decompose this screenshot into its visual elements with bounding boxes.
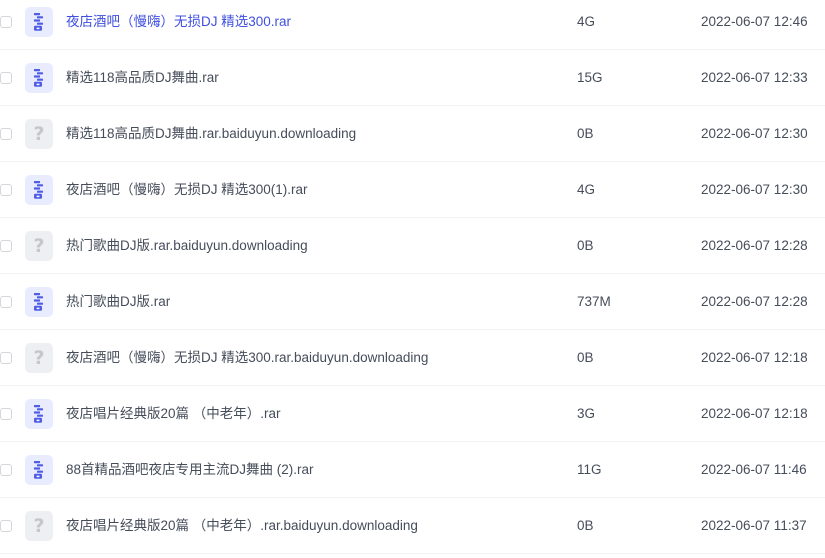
- archive-file-icon: [25, 7, 53, 37]
- file-name[interactable]: 88首精品酒吧夜店专用主流DJ舞曲 (2).rar: [66, 461, 314, 479]
- modified-date: 2022-06-07 12:28: [701, 294, 808, 309]
- modified-date: 2022-06-07 11:37: [701, 518, 807, 533]
- row-checkbox[interactable]: [0, 72, 12, 84]
- file-name[interactable]: 夜店酒吧（慢嗨）无损DJ 精选300.rar: [66, 13, 291, 31]
- file-row[interactable]: ? 夜店唱片经典版20篇 （中老年）.rar.baiduyun.downloadi…: [0, 498, 825, 554]
- archive-file-icon: [25, 175, 53, 205]
- modified-date: 2022-06-07 12:18: [701, 350, 808, 365]
- modified-date: 2022-06-07 11:46: [701, 462, 807, 477]
- file-name[interactable]: 热门歌曲DJ版.rar.baiduyun.downloading: [66, 237, 308, 255]
- file-row[interactable]: 精选118高品质DJ舞曲.rar 15G 2022-06-07 12:33: [0, 50, 825, 106]
- file-row[interactable]: 88首精品酒吧夜店专用主流DJ舞曲 (2).rar 11G 2022-06-07 1…: [0, 442, 825, 498]
- row-checkbox[interactable]: [0, 128, 12, 140]
- row-checkbox[interactable]: [0, 408, 12, 420]
- file-row[interactable]: 夜店酒吧（慢嗨）无损DJ 精选300(1).rar 4G 2022-06-07 12…: [0, 162, 825, 218]
- modified-date: 2022-06-07 12:46: [701, 14, 808, 29]
- file-name[interactable]: 夜店酒吧（慢嗨）无损DJ 精选300.rar.baiduyun.download…: [66, 349, 428, 367]
- archive-file-icon: [25, 63, 53, 93]
- modified-date: 2022-06-07 12:33: [701, 70, 808, 85]
- file-size: 737M: [577, 294, 611, 309]
- file-size: 4G: [577, 14, 596, 29]
- file-size: 15G: [577, 70, 603, 85]
- modified-date: 2022-06-07 12:30: [701, 126, 808, 141]
- file-name[interactable]: 精选118高品质DJ舞曲.rar: [66, 69, 219, 87]
- archive-file-icon: [25, 399, 53, 429]
- file-size: 11G: [577, 462, 602, 477]
- file-size: 3G: [577, 406, 596, 421]
- file-name[interactable]: 热门歌曲DJ版.rar: [66, 293, 170, 311]
- row-checkbox[interactable]: [0, 16, 12, 28]
- file-row[interactable]: 热门歌曲DJ版.rar 737M 2022-06-07 12:28: [0, 274, 825, 330]
- row-checkbox[interactable]: [0, 240, 12, 252]
- file-row[interactable]: ? 热门歌曲DJ版.rar.baiduyun.downloading 0B 2022-…: [0, 218, 825, 274]
- file-name[interactable]: 夜店唱片经典版20篇 （中老年）.rar.baiduyun.downloadin…: [66, 517, 418, 535]
- row-checkbox[interactable]: [0, 296, 12, 308]
- file-size: 0B: [577, 518, 594, 533]
- file-size: 4G: [577, 182, 596, 197]
- file-row[interactable]: 夜店酒吧（慢嗨）无损DJ 精选300.rar 4G 2022-06-07 12:46: [0, 0, 825, 50]
- modified-date: 2022-06-07 12:30: [701, 182, 808, 197]
- unknown-file-icon: ?: [25, 231, 53, 261]
- file-name[interactable]: 精选118高品质DJ舞曲.rar.baiduyun.downloading: [66, 125, 356, 143]
- file-row[interactable]: ? 夜店酒吧（慢嗨）无损DJ 精选300.rar.baiduyun.downloa…: [0, 330, 825, 386]
- archive-file-icon: [25, 287, 53, 317]
- file-row[interactable]: 夜店唱片经典版20篇 （中老年）.rar 3G 2022-06-07 12:18: [0, 386, 825, 442]
- file-name[interactable]: 夜店唱片经典版20篇 （中老年）.rar: [66, 405, 281, 423]
- file-size: 0B: [577, 238, 594, 253]
- modified-date: 2022-06-07 12:18: [701, 406, 808, 421]
- row-checkbox[interactable]: [0, 352, 12, 364]
- row-checkbox[interactable]: [0, 184, 12, 196]
- file-size: 0B: [577, 126, 594, 141]
- row-checkbox[interactable]: [0, 464, 12, 476]
- unknown-file-icon: ?: [25, 511, 53, 541]
- file-size: 0B: [577, 350, 594, 365]
- unknown-file-icon: ?: [25, 119, 53, 149]
- modified-date: 2022-06-07 12:28: [701, 238, 808, 253]
- row-checkbox[interactable]: [0, 520, 12, 532]
- file-name[interactable]: 夜店酒吧（慢嗨）无损DJ 精选300(1).rar: [66, 181, 308, 199]
- file-list: 夜店酒吧（慢嗨）无损DJ 精选300.rar 4G 2022-06-07 12:46…: [0, 0, 825, 554]
- archive-file-icon: [25, 455, 53, 485]
- unknown-file-icon: ?: [25, 343, 53, 373]
- file-row[interactable]: ? 精选118高品质DJ舞曲.rar.baiduyun.downloading 0B…: [0, 106, 825, 162]
